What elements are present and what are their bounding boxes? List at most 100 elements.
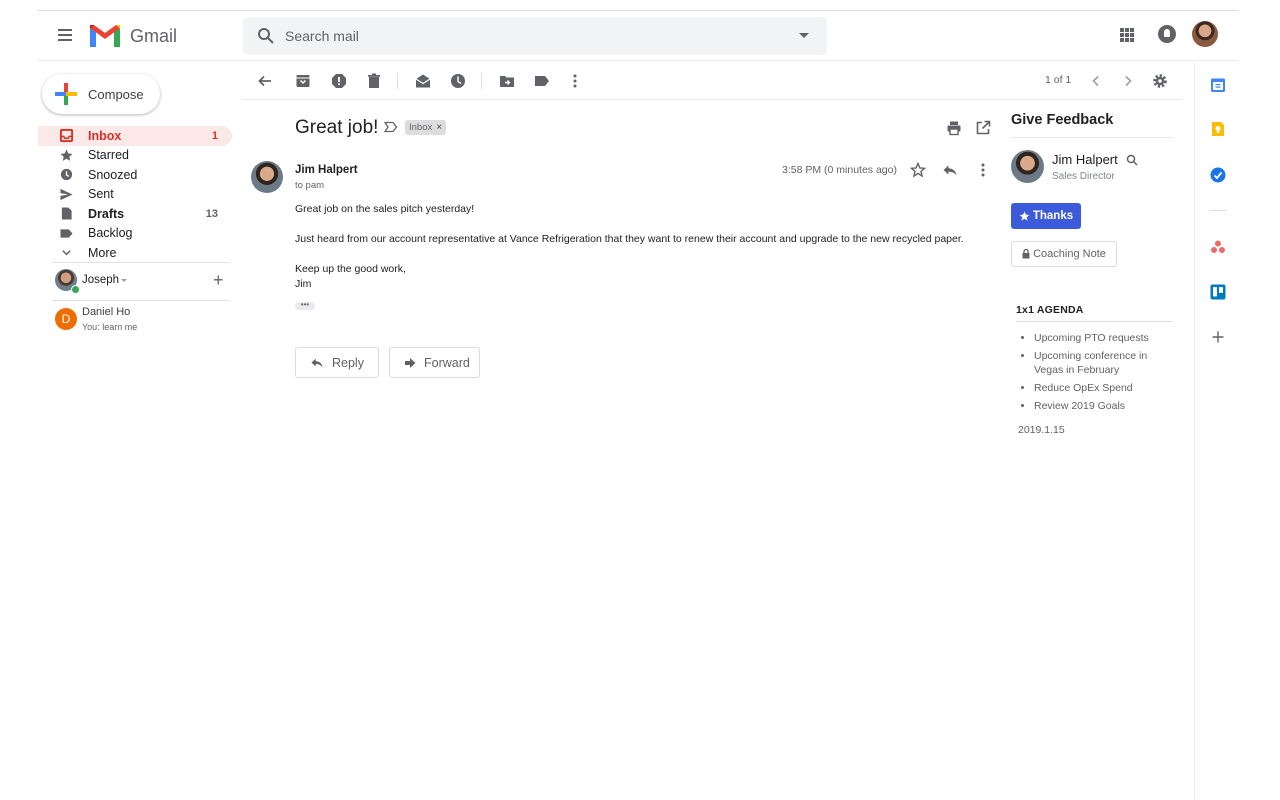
compose-button[interactable]: Compose xyxy=(42,74,160,114)
sidebar-item-label: Snoozed xyxy=(88,167,138,182)
trello-icon[interactable] xyxy=(1210,284,1226,300)
caret-down-icon[interactable] xyxy=(121,279,127,282)
forward-button[interactable]: Forward xyxy=(389,347,480,378)
hangouts-me[interactable]: Joseph + xyxy=(55,269,230,294)
message-subject: Great job! xyxy=(295,117,379,138)
person-avatar xyxy=(1011,150,1044,183)
person-name: Jim Halpert xyxy=(1052,152,1118,167)
toolbar-divider xyxy=(481,73,482,89)
star-icon[interactable] xyxy=(910,162,926,178)
notifications-icon[interactable] xyxy=(1158,25,1176,43)
body-paragraph: Great job on the sales pitch yesterday! xyxy=(295,203,475,215)
search-bar[interactable] xyxy=(243,17,827,55)
body-paragraph: Just heard from our account representati… xyxy=(295,233,964,245)
online-status-icon xyxy=(71,285,80,294)
pagination-text: 1 of 1 xyxy=(1045,74,1072,86)
settings-icon[interactable] xyxy=(1152,73,1168,89)
search-input[interactable] xyxy=(285,17,785,55)
message-timestamp: 3:58 PM (0 minutes ago) xyxy=(782,164,897,176)
recipient-line[interactable]: to pam xyxy=(295,180,324,191)
rail-separator xyxy=(1210,210,1226,211)
forward-icon xyxy=(405,357,416,368)
body-line: Keep up the good work, xyxy=(295,263,406,275)
sidebar-item-snoozed[interactable]: Snoozed xyxy=(38,165,232,185)
reply-icon[interactable] xyxy=(942,162,958,178)
sidebar-nav: Inbox 1 Starred Snoozed Sent Drafts 13 B… xyxy=(38,126,232,263)
calendar-icon[interactable] xyxy=(1210,77,1226,93)
star-icon xyxy=(60,148,73,161)
keep-icon[interactable] xyxy=(1210,121,1226,137)
account-avatar[interactable] xyxy=(1192,21,1218,47)
sidebar-item-sent[interactable]: Sent xyxy=(38,185,232,205)
sidebar-item-label: Sent xyxy=(88,187,114,202)
compose-plus-icon xyxy=(55,83,77,105)
remove-label-icon[interactable]: × xyxy=(436,120,442,135)
prev-icon[interactable] xyxy=(1088,73,1104,89)
print-icon[interactable] xyxy=(946,120,962,136)
sender-avatar[interactable] xyxy=(251,161,283,193)
hangout-contact[interactable]: D Daniel Ho You: learn me xyxy=(55,306,230,336)
sidebar-item-more[interactable]: More xyxy=(38,243,232,263)
compose-label: Compose xyxy=(88,86,144,102)
draft-count: 13 xyxy=(205,207,218,220)
avatar: D xyxy=(55,308,77,330)
body-signature: Jim xyxy=(295,278,312,290)
importance-marker-icon[interactable] xyxy=(384,121,398,133)
inbox-label-chip: Inbox × xyxy=(405,120,447,135)
forward-label: Forward xyxy=(424,355,470,370)
report-spam-icon[interactable] xyxy=(331,73,347,89)
move-to-icon[interactable] xyxy=(499,73,515,89)
sidebar-item-drafts[interactable]: Drafts 13 xyxy=(38,204,232,224)
sidebar-item-backlog[interactable]: Backlog xyxy=(38,224,232,244)
mark-unread-icon[interactable] xyxy=(415,73,431,89)
hangouts-user-name: Joseph xyxy=(82,274,120,286)
coaching-note-label: Coaching Note xyxy=(1033,248,1106,260)
show-trimmed-content-button[interactable]: ••• xyxy=(295,301,315,310)
panel-title: Give Feedback xyxy=(1011,112,1114,128)
agenda-item: Review 2019 Goals xyxy=(1034,399,1174,413)
agenda-item: Reduce OpEx Spend xyxy=(1034,381,1174,395)
label-chip-text: Inbox xyxy=(409,122,433,133)
agenda-title: 1x1 AGENDA xyxy=(1016,304,1084,316)
more-icon[interactable] xyxy=(567,73,583,89)
label-icon[interactable] xyxy=(534,73,550,89)
open-new-window-icon[interactable] xyxy=(975,120,991,136)
reply-button[interactable]: Reply xyxy=(295,347,379,378)
coaching-note-button[interactable]: Coaching Note xyxy=(1011,241,1117,267)
next-icon[interactable] xyxy=(1120,73,1136,89)
add-addon-icon[interactable] xyxy=(1210,329,1226,345)
back-icon[interactable] xyxy=(257,73,273,89)
archive-icon[interactable] xyxy=(295,73,311,89)
delete-icon[interactable] xyxy=(366,73,382,89)
tasks-icon[interactable] xyxy=(1210,167,1226,183)
search-icon[interactable] xyxy=(1126,154,1138,166)
sidebar-item-label: Starred xyxy=(88,148,129,163)
toolbar-divider xyxy=(397,73,398,89)
sidebar-item-starred[interactable]: Starred xyxy=(38,146,232,166)
apps-icon[interactable] xyxy=(1120,28,1134,42)
message-toolbar: 1 of 1 xyxy=(242,62,1182,100)
header: Gmail xyxy=(38,11,1238,61)
sidebar-item-inbox[interactable]: Inbox 1 xyxy=(38,126,232,146)
agenda-date: 2019.1.15 xyxy=(1018,424,1065,436)
gmail-logo[interactable]: Gmail xyxy=(90,25,177,47)
new-conversation-icon[interactable]: + xyxy=(213,271,224,289)
snooze-icon[interactable] xyxy=(450,73,466,89)
thanks-button[interactable]: Thanks xyxy=(1011,203,1081,229)
app-name: Gmail xyxy=(130,25,178,46)
menu-icon[interactable] xyxy=(58,29,72,41)
draft-icon xyxy=(61,207,72,220)
agenda-item: Upcoming PTO requests xyxy=(1034,331,1174,345)
gmail-m-icon xyxy=(90,25,120,47)
sidebar-item-label: Inbox xyxy=(88,128,122,143)
send-icon xyxy=(60,188,73,200)
sender-name[interactable]: Jim Halpert xyxy=(295,164,358,176)
contact-last-message: You: learn me xyxy=(82,322,138,332)
thanks-label: Thanks xyxy=(1032,210,1074,222)
search-options-icon[interactable] xyxy=(799,33,809,38)
message-more-icon[interactable] xyxy=(979,162,987,178)
lock-icon xyxy=(1022,249,1030,259)
clock-icon xyxy=(60,168,73,181)
search-icon[interactable] xyxy=(257,27,275,45)
asana-icon[interactable] xyxy=(1210,239,1226,255)
